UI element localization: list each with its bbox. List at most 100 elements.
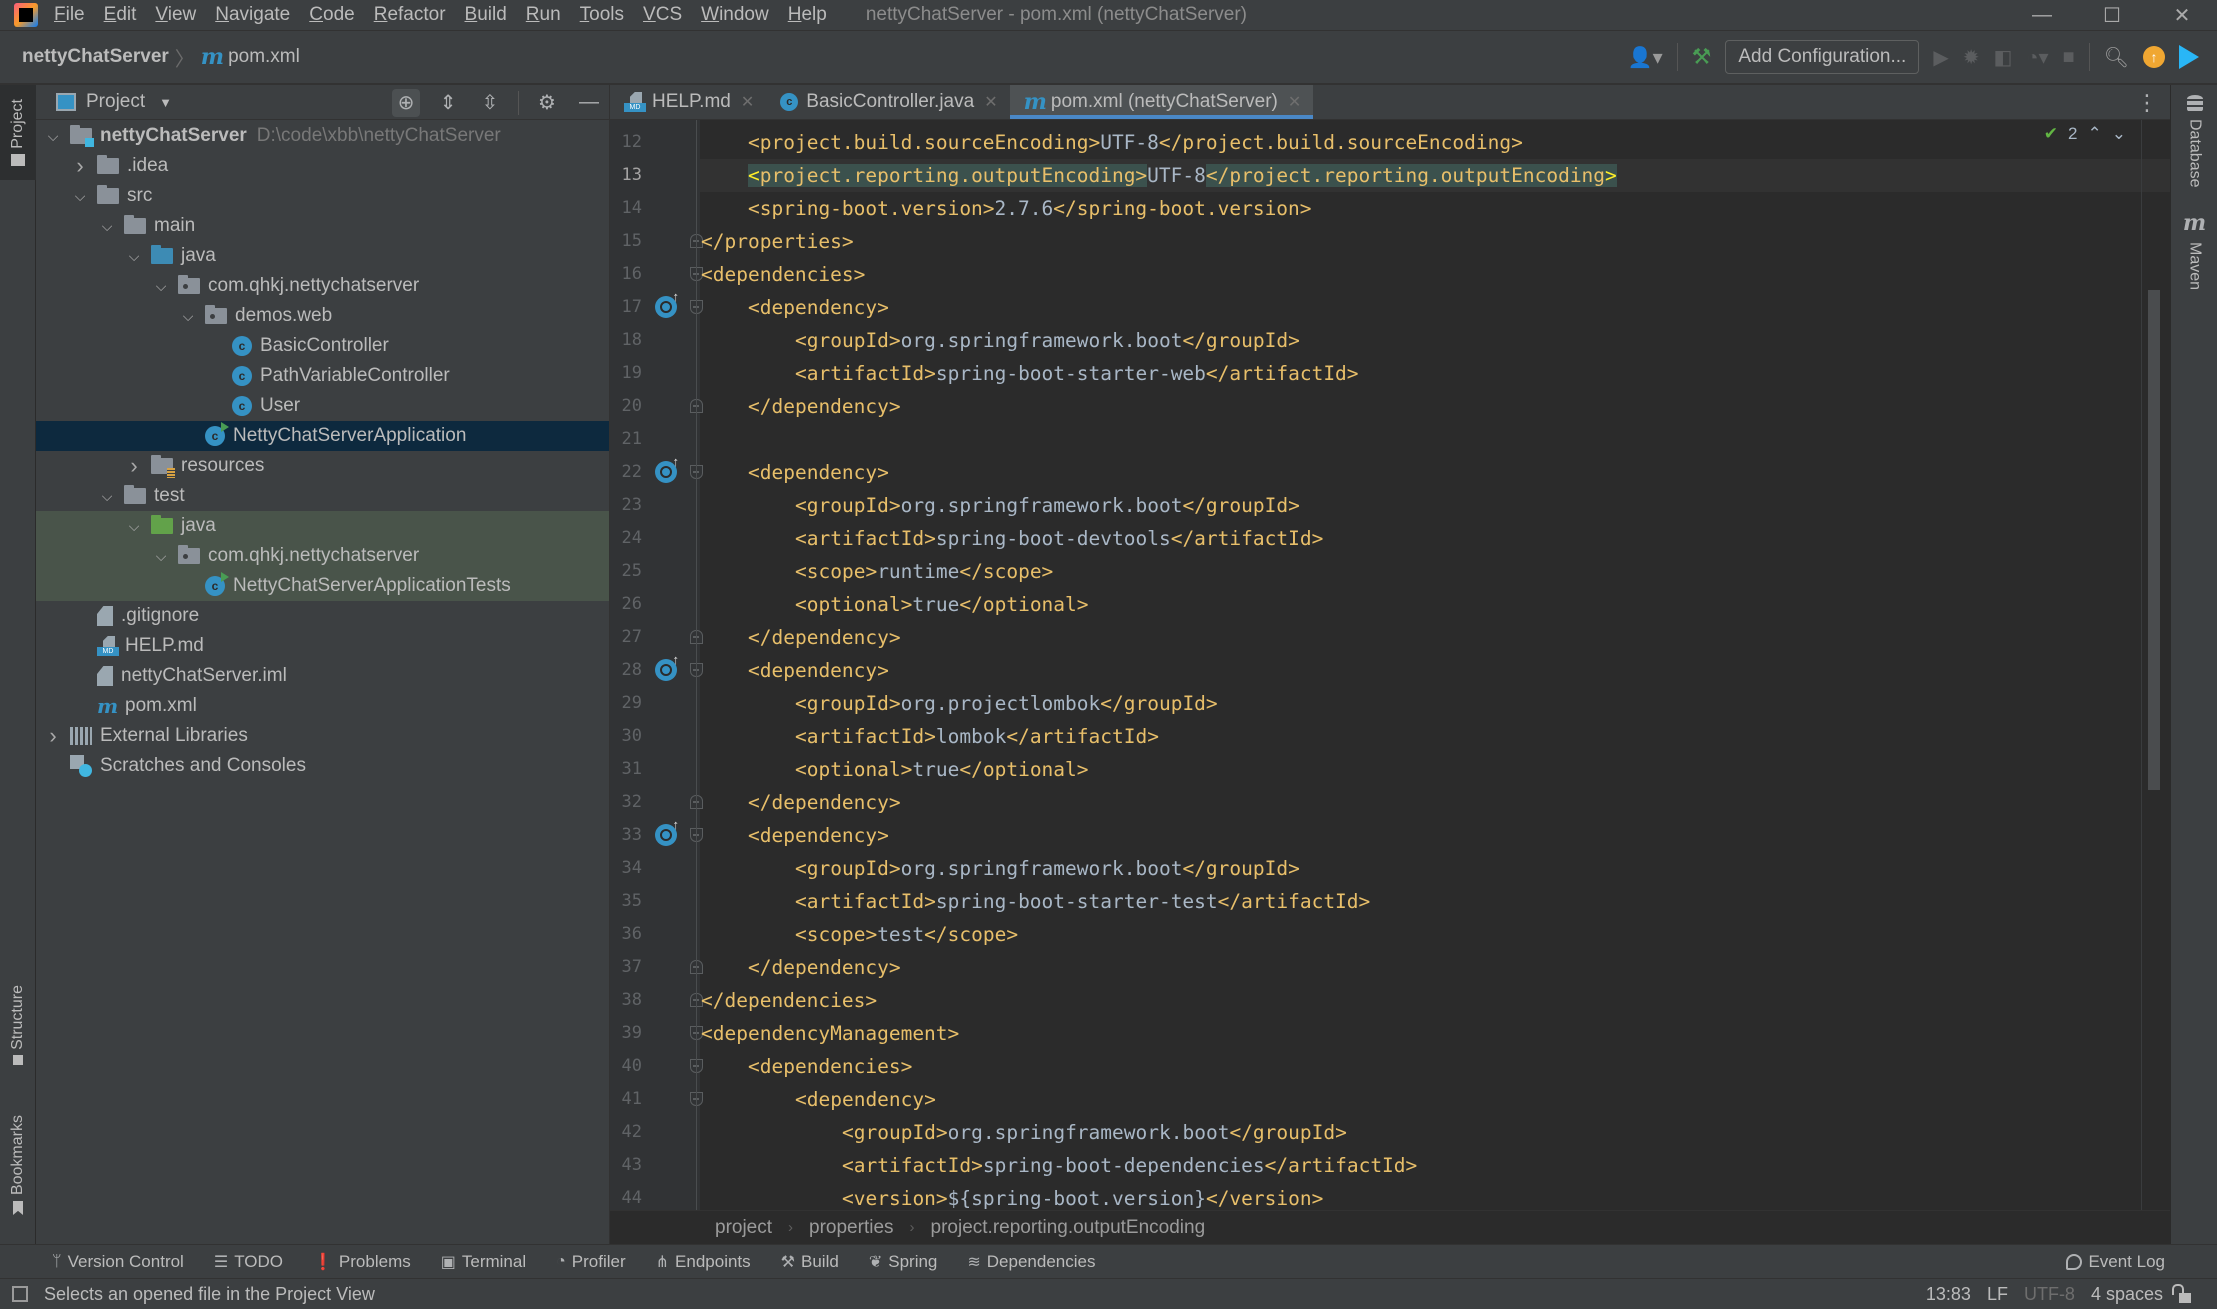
close-tab-icon[interactable]: ✕ <box>984 92 997 112</box>
override-marker-icon[interactable] <box>655 652 679 681</box>
tool-window-version-control[interactable]: ᛘ Version Control <box>52 1252 184 1272</box>
tab-basic-controller[interactable]: c BasicController.java ✕ <box>766 85 1009 119</box>
override-marker-icon[interactable] <box>655 817 679 846</box>
vertical-scrollbar[interactable] <box>2148 290 2160 790</box>
tool-window-build[interactable]: ⚒ Build <box>781 1252 839 1272</box>
profile-icon[interactable]: ◔▾ <box>2026 45 2048 70</box>
maximize-button[interactable]: ☐ <box>2077 0 2147 31</box>
tree-item[interactable]: ⌵ src <box>36 181 609 211</box>
code-editor[interactable]: 12 13 14 15 16 17 18 19 20 21 22 23 24 25 26 27 28 29 30 31… <box>610 120 2170 1210</box>
file-encoding[interactable]: UTF-8 <box>2024 1284 2075 1305</box>
collapse-all-icon[interactable]: ⇳ <box>476 89 504 117</box>
tree-item[interactable]: ⌵ test <box>36 481 609 511</box>
tab-pom-xml[interactable]: m pom.xml (nettyChatServer) ✕ <box>1009 85 1314 119</box>
tool-window-spring[interactable]: ❦ Spring <box>869 1252 938 1272</box>
tool-window-todo[interactable]: ☰ TODO <box>214 1252 283 1272</box>
tool-window-toggle-icon[interactable] <box>12 1286 28 1302</box>
menu-edit[interactable]: Edit <box>104 4 137 26</box>
more-tabs-icon[interactable]: ⋮ <box>2136 85 2158 120</box>
search-icon[interactable]: 🔍︎ <box>2104 45 2129 70</box>
breadcrumb-properties[interactable]: properties <box>809 1217 894 1239</box>
tree-item[interactable]: ⌵ demos.web <box>36 301 609 331</box>
caret-position[interactable]: 13:83 <box>1926 1284 1971 1305</box>
code-area[interactable]: <project.build.sourceEncoding>UTF-8</pro… <box>700 120 2170 1210</box>
gear-icon[interactable]: ⚙ <box>533 89 561 117</box>
expand-all-icon[interactable]: ⇕ <box>434 89 462 117</box>
chevron-down-icon[interactable]: ⌵ <box>125 248 143 265</box>
tool-window-terminal[interactable]: ▣ Terminal <box>441 1252 526 1272</box>
add-configuration-button[interactable]: Add Configuration... <box>1725 40 1920 74</box>
chevron-down-icon[interactable]: ⌵ <box>152 278 170 295</box>
override-marker-icon[interactable] <box>655 289 679 318</box>
override-marker-icon[interactable] <box>655 454 679 483</box>
tree-item[interactable]: ›cNettyChatServerApplicationTests <box>36 571 609 601</box>
debug-icon[interactable]: ✹ <box>1963 45 1980 70</box>
tool-tab-database[interactable]: Database <box>2171 85 2217 188</box>
tree-item[interactable]: ⌵ main <box>36 211 609 241</box>
user-icon[interactable]: 👤▾ <box>1628 45 1663 70</box>
tree-item[interactable]: ›cPathVariableController <box>36 361 609 391</box>
tree-item[interactable]: ›.gitignore <box>36 601 609 631</box>
menu-view[interactable]: View <box>155 4 196 26</box>
chevron-down-icon[interactable]: ⌵ <box>152 548 170 565</box>
tree-item[interactable]: ›mpom.xml <box>36 691 609 721</box>
tree-item[interactable]: ›Scratches and Consoles <box>36 751 609 781</box>
menu-code[interactable]: Code <box>309 4 354 26</box>
tree-item[interactable]: ›MDHELP.md <box>36 631 609 661</box>
menu-navigate[interactable]: Navigate <box>215 4 290 26</box>
tool-tab-project[interactable]: Project <box>0 85 36 180</box>
project-view-selector[interactable]: Project <box>86 91 145 113</box>
menu-file[interactable]: File <box>54 4 85 26</box>
inspection-widget[interactable]: ✔ 2 ⌃ ⌄ <box>2044 124 2126 144</box>
menu-help[interactable]: Help <box>788 4 827 26</box>
chevron-down-icon[interactable]: ⌵ <box>44 128 62 145</box>
tree-item[interactable]: › External Libraries <box>36 721 609 751</box>
tree-item[interactable]: ⌵ nettyChatServer D:\code\xbb\nettyChatSer… <box>36 121 609 151</box>
tool-tab-maven[interactable]: m Maven <box>2171 210 2217 290</box>
tree-item[interactable]: ⌵ java <box>36 511 609 541</box>
locate-icon[interactable]: ⊕ <box>392 88 420 117</box>
chevron-right-icon[interactable]: › <box>125 453 143 479</box>
update-icon[interactable]: ↑ <box>2143 46 2165 68</box>
toolbox-icon[interactable] <box>2179 45 2199 69</box>
coverage-icon[interactable]: ◧ <box>1993 45 2012 70</box>
menu-tools[interactable]: Tools <box>580 4 624 26</box>
tree-item[interactable]: ⌵ java <box>36 241 609 271</box>
nav-file-crumb[interactable]: pom.xml <box>228 46 300 68</box>
chevron-down-icon[interactable]: ⌵ <box>98 488 116 505</box>
chevron-down-icon[interactable]: ⌵ <box>179 308 197 325</box>
chevron-right-icon[interactable]: › <box>44 723 62 749</box>
close-tab-icon[interactable]: ✕ <box>1288 92 1301 112</box>
tree-item[interactable]: › resources <box>36 451 609 481</box>
chevron-down-icon[interactable]: ⌵ <box>71 188 89 205</box>
build-hammer-icon[interactable]: ⚒ <box>1692 44 1712 70</box>
stop-icon[interactable]: ■ <box>2063 46 2075 69</box>
chevron-right-icon[interactable]: › <box>71 153 89 179</box>
hide-icon[interactable]: — <box>575 89 603 117</box>
tool-window-problems[interactable]: ❗ Problems <box>313 1252 411 1272</box>
minimize-button[interactable]: — <box>2007 0 2077 31</box>
menu-window[interactable]: Window <box>701 4 769 26</box>
tool-tab-bookmarks[interactable]: Bookmarks <box>0 1105 36 1225</box>
tree-item[interactable]: ⌵ com.qhkj.nettychatserver <box>36 541 609 571</box>
menu-build[interactable]: Build <box>465 4 507 26</box>
nav-project-crumb[interactable]: nettyChatServer <box>22 46 169 68</box>
breadcrumb-output-encoding[interactable]: project.reporting.outputEncoding <box>931 1217 1206 1239</box>
menu-vcs[interactable]: VCS <box>643 4 682 26</box>
dropdown-caret-icon[interactable]: ▼ <box>159 95 172 110</box>
close-window-button[interactable]: ✕ <box>2147 0 2217 31</box>
tree-item[interactable]: › .idea <box>36 151 609 181</box>
tree-item[interactable]: ›cNettyChatServerApplication <box>36 421 609 451</box>
menu-refactor[interactable]: Refactor <box>374 4 446 26</box>
tab-help-md[interactable]: MD HELP.md ✕ <box>610 85 766 119</box>
chevron-down-icon[interactable]: ⌵ <box>98 218 116 235</box>
breadcrumb-project[interactable]: project <box>715 1217 772 1239</box>
tool-window-profiler[interactable]: ◔ Profiler <box>556 1252 626 1272</box>
close-tab-icon[interactable]: ✕ <box>741 92 754 112</box>
indent-setting[interactable]: 4 spaces <box>2091 1284 2163 1305</box>
run-icon[interactable]: ▶ <box>1933 45 1948 70</box>
menu-run[interactable]: Run <box>526 4 561 26</box>
tree-item[interactable]: ›cBasicController <box>36 331 609 361</box>
tool-tab-structure[interactable]: Structure <box>0 975 36 1075</box>
next-highlight-icon[interactable]: ⌄ <box>2112 124 2126 144</box>
